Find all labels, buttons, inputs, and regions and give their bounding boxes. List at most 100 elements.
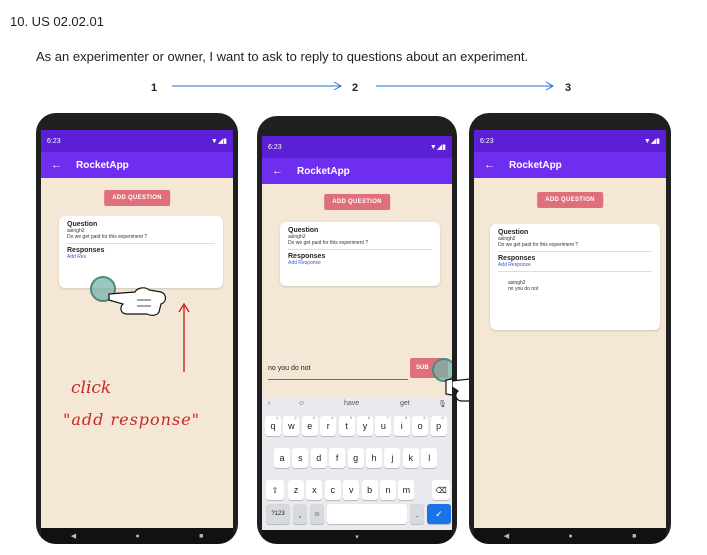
arrow-icon [172, 81, 343, 91]
nav-back-icon[interactable]: ◀ [71, 532, 76, 540]
key-i[interactable]: i [393, 416, 410, 436]
status-bar: 6:23 ▼◢▮ [41, 130, 233, 152]
phone-screen-1: 6:23 ▼◢▮ ← RocketApp ADD QUESTION Questi… [36, 113, 238, 544]
key-hint-number: 1 [276, 415, 279, 420]
suggestion-bar: › ☺ have get 🎙 [262, 398, 452, 412]
key-l[interactable]: l [421, 448, 438, 468]
signal-icon: ▼◢▮ [643, 138, 660, 145]
nav-bar: ◀ ● ■ [41, 528, 233, 544]
enter-key-icon[interactable]: ✓ [427, 504, 451, 524]
add-question-button[interactable]: ADD QUESTION [537, 192, 603, 208]
question-card: Question asingh2 Do we get paid for this… [59, 216, 223, 288]
status-time: 6:23 [47, 137, 61, 145]
period-key[interactable]: . [410, 504, 424, 524]
question-card: Question asingh2 Do we get paid for this… [280, 222, 440, 286]
key-d[interactable]: d [310, 448, 327, 468]
key-r[interactable]: r [320, 416, 337, 436]
back-arrow-icon[interactable]: ← [484, 159, 495, 171]
response-input[interactable]: no you do not [268, 365, 408, 380]
add-question-button[interactable]: ADD QUESTION [324, 194, 390, 210]
question-card: Question asingh2 Do we get paid for this… [490, 224, 660, 330]
nav-back-icon[interactable]: ▾ [355, 533, 359, 541]
key-h[interactable]: h [366, 448, 382, 468]
nav-bar: ▾ [262, 530, 452, 544]
app-title: RocketApp [509, 159, 562, 171]
nav-recents-icon[interactable]: ■ [632, 533, 636, 540]
app-bar: ← RocketApp [41, 152, 233, 178]
space-key[interactable] [327, 504, 407, 524]
emoji-icon[interactable]: ☺ [298, 400, 305, 407]
add-response-link[interactable]: Add Res [67, 254, 215, 260]
emoji-key-icon[interactable]: ☺ [310, 504, 324, 524]
key-o[interactable]: o [412, 416, 429, 436]
pointing-hand-icon [108, 287, 167, 316]
key-s[interactable]: s [292, 448, 309, 468]
annotation-click: click [71, 378, 112, 398]
question-heading: Question [67, 221, 98, 228]
nav-home-icon[interactable]: ● [135, 533, 139, 540]
step-label-2: 2 [352, 82, 359, 94]
key-n[interactable]: n [380, 480, 396, 500]
symbols-key[interactable]: ?123 [266, 504, 290, 524]
app-title: RocketApp [76, 159, 129, 171]
shift-key[interactable]: ⇧ [266, 480, 284, 500]
question-heading: Question [288, 227, 319, 234]
key-p[interactable]: p [430, 416, 447, 436]
back-arrow-icon[interactable]: ← [51, 159, 62, 171]
phone-screen-2: 6:23 ▼◢▮ ← RocketApp ADD QUESTION Questi… [257, 116, 457, 544]
app-bar: ← RocketApp [262, 158, 452, 184]
reply-text: no you do not [508, 286, 539, 292]
status-bar: 6:23 ▼◢▮ [474, 130, 666, 152]
key-k[interactable]: k [402, 448, 419, 468]
nav-recents-icon[interactable]: ■ [199, 533, 203, 540]
backspace-key[interactable]: ⌫ [432, 480, 450, 500]
key-hint-number: 2 [294, 415, 297, 420]
key-q[interactable]: q [265, 416, 281, 436]
add-question-button[interactable]: ADD QUESTION [104, 190, 170, 206]
question-text: Do we get paid for this experiment ? [67, 234, 148, 240]
key-t[interactable]: t [338, 416, 355, 436]
key-a[interactable]: a [274, 448, 290, 468]
key-j[interactable]: j [384, 448, 401, 468]
arrow-icon [376, 81, 555, 91]
question-text: Do we get paid for this experiment ? [288, 240, 369, 246]
chevron-right-icon[interactable]: › [268, 400, 270, 407]
add-response-link[interactable]: Add Response [498, 262, 652, 268]
key-b[interactable]: b [361, 480, 378, 500]
add-response-link[interactable]: Add Response [288, 260, 432, 266]
key-c[interactable]: c [324, 480, 341, 500]
signal-icon: ▼◢▮ [429, 144, 446, 151]
app-bar: ← RocketApp [474, 152, 666, 178]
key-g[interactable]: g [347, 448, 364, 468]
heading: 10. US 02.02.01 [10, 14, 104, 29]
nav-bar: ◀ ● ■ [474, 528, 666, 544]
key-hint-number: 5 [349, 415, 352, 420]
step-label-3: 3 [565, 82, 572, 94]
signal-icon: ▼◢▮ [210, 138, 227, 145]
key-z[interactable]: z [288, 480, 304, 500]
key-f[interactable]: f [329, 448, 346, 468]
nav-back-icon[interactable]: ◀ [504, 532, 509, 540]
key-y[interactable]: y [357, 416, 373, 436]
key-hint-number: 4 [331, 415, 334, 420]
pointing-hand-icon [445, 378, 452, 396]
responses-heading: Responses [498, 255, 536, 262]
key-v[interactable]: v [343, 480, 360, 500]
keyboard: › ☺ have get 🎙 q1w2e3r4t5y6u7i8o9p0 asdf… [262, 398, 452, 530]
suggestion-1[interactable]: have [344, 400, 359, 407]
question-heading: Question [498, 229, 529, 236]
annotation-arrow-icon [178, 302, 190, 372]
status-bar: 6:23 ▼◢▮ [262, 136, 452, 158]
question-text: Do we get paid for this experiment ? [498, 242, 579, 248]
key-e[interactable]: e [301, 416, 318, 436]
key-hint-number: 9 [423, 415, 426, 420]
suggestion-2[interactable]: get [400, 400, 410, 407]
comma-key[interactable]: , [293, 504, 307, 524]
key-x[interactable]: x [306, 480, 323, 500]
back-arrow-icon[interactable]: ← [272, 165, 283, 177]
responses-heading: Responses [288, 253, 326, 260]
responses-heading: Responses [67, 247, 105, 254]
key-m[interactable]: m [398, 480, 415, 500]
phone-screen-3: 6:23 ▼◢▮ ← RocketApp ADD QUESTION Questi… [469, 113, 671, 544]
nav-home-icon[interactable]: ● [568, 533, 572, 540]
